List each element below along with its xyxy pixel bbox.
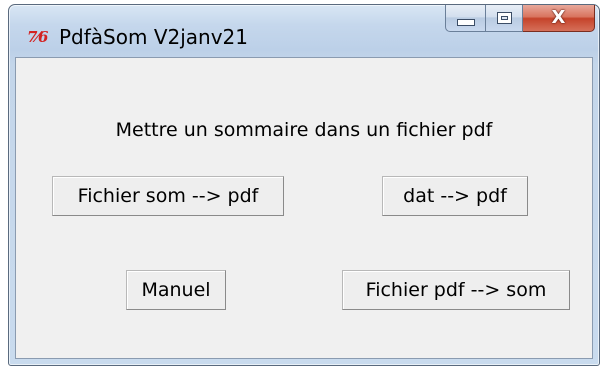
tk-feather-icon[interactable]: 7⁄6 <box>27 27 53 47</box>
minimize-icon <box>456 18 475 26</box>
title-bar[interactable]: 7⁄6 PdfàSom V2janv21 X <box>9 5 599 57</box>
close-icon: X <box>551 7 566 28</box>
close-button[interactable]: X <box>523 5 595 32</box>
maximize-icon <box>496 12 512 24</box>
dat-to-pdf-button[interactable]: dat --> pdf <box>382 176 528 216</box>
client-area: Mettre un sommaire dans un fichier pdf F… <box>15 57 593 359</box>
manual-button[interactable]: Manuel <box>126 270 226 310</box>
pdf-to-som-button[interactable]: Fichier pdf --> som <box>342 270 570 310</box>
maximize-button[interactable] <box>485 5 523 32</box>
app-window: 7⁄6 PdfàSom V2janv21 X Mettre un sommair… <box>8 4 600 366</box>
window-title: PdfàSom V2janv21 <box>59 25 249 49</box>
som-to-pdf-button[interactable]: Fichier som --> pdf <box>52 176 284 216</box>
minimize-button[interactable] <box>445 5 485 32</box>
page-heading: Mettre un sommaire dans un fichier pdf <box>115 119 493 141</box>
caption-buttons: X <box>445 5 595 35</box>
